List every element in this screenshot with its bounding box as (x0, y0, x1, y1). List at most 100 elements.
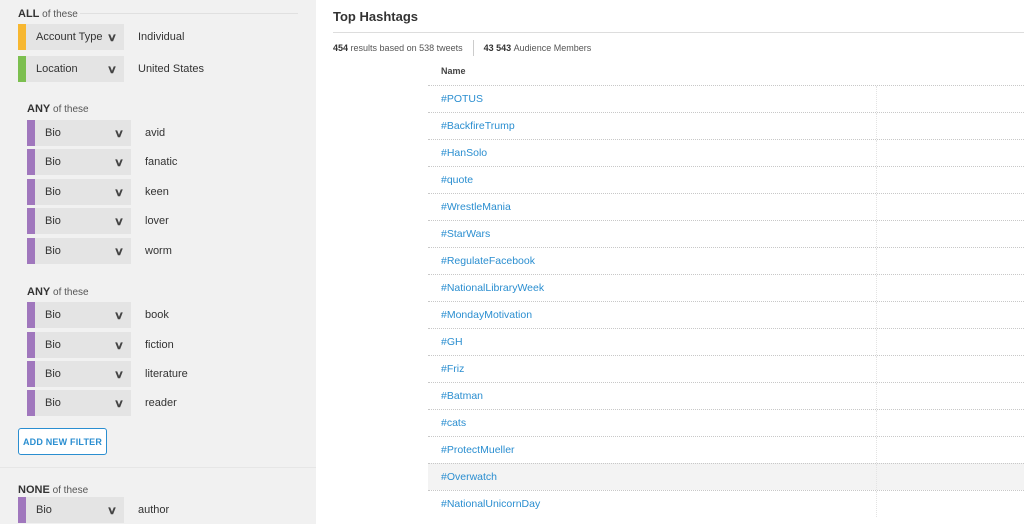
hashtag-link[interactable]: #HanSolo (441, 147, 487, 159)
filter-value[interactable]: lover (145, 215, 169, 227)
filter-field-select[interactable]: Bio ∨ (35, 179, 131, 205)
hashtag-link[interactable]: #StarWars (441, 228, 490, 240)
filter-value[interactable]: keen (145, 186, 169, 198)
hashtag-link[interactable]: #GH (441, 336, 463, 348)
hashtag-link[interactable]: #RegulateFacebook (441, 255, 535, 267)
add-new-filter-button[interactable]: ADD NEW FILTER (18, 428, 107, 455)
chevron-down-icon: ∨ (113, 339, 125, 352)
none-group-heading: NONE of these (18, 484, 89, 496)
filter-color-bar (27, 332, 35, 358)
filter-field-select[interactable]: Bio ∨ (35, 149, 131, 175)
filter-field-select[interactable]: Bio ∨ (35, 361, 131, 387)
any-group-heading: ANY of these (27, 103, 89, 115)
filter-field-label: Location (36, 63, 78, 75)
filter-field-select[interactable]: Location ∨ (26, 56, 124, 82)
filter-field-select[interactable]: Bio ∨ (35, 332, 131, 358)
divider (333, 32, 1024, 33)
hashtag-table: #POTUS #BackfireTrump #HanSolo #quote #Wrest… (428, 85, 1024, 517)
filter-field-label: Bio (45, 215, 61, 227)
hashtag-link[interactable]: #BackfireTrump (441, 120, 515, 132)
filter-sidebar: ALL of these Account Type ∨ Individual Loca… (0, 0, 316, 524)
column-header-name[interactable]: Name (441, 66, 466, 76)
filter-color-bar (27, 302, 35, 328)
divider (472, 40, 474, 56)
filter-value[interactable]: author (138, 504, 169, 516)
filter-field-label: Bio (45, 186, 61, 198)
filter-field-select[interactable]: Bio ∨ (35, 390, 131, 416)
results-count: 454 (333, 43, 349, 53)
table-row: #BackfireTrump (428, 112, 1024, 139)
table-row: #HanSolo (428, 139, 1024, 166)
filter-field-select[interactable]: Bio ∨ (35, 120, 131, 146)
hashtag-link[interactable]: #NationalUnicornDay (441, 498, 540, 510)
filter-field-label: Bio (45, 309, 61, 321)
audience-text: Audience Members (513, 43, 592, 53)
column-divider (876, 464, 878, 490)
chevron-down-icon: ∨ (106, 63, 118, 76)
filter-color-bar (27, 120, 35, 146)
audience-count: 43 543 (483, 43, 512, 53)
filter-row: Bio ∨ literature (27, 361, 188, 387)
table-row: #Batman (428, 382, 1024, 409)
filter-color-bar (27, 149, 35, 175)
divider (0, 467, 316, 468)
hashtag-link[interactable]: #cats (441, 417, 466, 429)
filter-value[interactable]: United States (138, 63, 204, 75)
column-divider (876, 221, 878, 247)
column-divider (876, 248, 878, 274)
column-divider (876, 113, 878, 139)
filter-field-label: Bio (45, 339, 61, 351)
chevron-down-icon: ∨ (113, 127, 125, 140)
filter-field-select[interactable]: Bio ∨ (26, 497, 124, 523)
filter-row: Bio ∨ lover (27, 208, 169, 234)
filter-row: Bio ∨ worm (27, 238, 172, 264)
filter-color-bar (27, 208, 35, 234)
hashtag-link[interactable]: #Friz (441, 363, 464, 375)
column-divider (876, 491, 878, 517)
table-row: #RegulateFacebook (428, 247, 1024, 274)
filter-field-select[interactable]: Bio ∨ (35, 238, 131, 264)
page-title: Top Hashtags (333, 9, 418, 24)
filter-value[interactable]: Individual (138, 31, 184, 43)
column-divider (876, 302, 878, 328)
table-row: #StarWars (428, 220, 1024, 247)
all-group-heading: ALL of these (18, 8, 78, 20)
filter-row: Bio ∨ reader (27, 390, 177, 416)
filter-row: Bio ∨ avid (27, 120, 165, 146)
hashtag-link[interactable]: #WrestleMania (441, 201, 511, 213)
table-row: #NationalUnicornDay (428, 490, 1024, 517)
filter-field-select[interactable]: Bio ∨ (35, 208, 131, 234)
chevron-down-icon: ∨ (113, 397, 125, 410)
filter-value[interactable]: literature (145, 368, 188, 380)
table-row: #WrestleMania (428, 193, 1024, 220)
hashtag-link[interactable]: #Overwatch (441, 471, 497, 483)
chevron-down-icon: ∨ (113, 186, 125, 199)
filter-value[interactable]: book (145, 309, 169, 321)
filter-value[interactable]: worm (145, 245, 172, 257)
filter-value[interactable]: reader (145, 397, 177, 409)
filter-value[interactable]: fiction (145, 339, 174, 351)
hashtag-link[interactable]: #Batman (441, 390, 483, 402)
hashtag-link[interactable]: #POTUS (441, 93, 483, 105)
column-divider (876, 275, 878, 301)
filter-row: Account Type ∨ Individual (18, 24, 184, 50)
hashtag-link[interactable]: #ProtectMueller (441, 444, 515, 456)
filter-value[interactable]: avid (145, 127, 165, 139)
filter-field-select[interactable]: Bio ∨ (35, 302, 131, 328)
filter-row: Bio ∨ keen (27, 179, 169, 205)
column-divider (876, 140, 878, 166)
table-row: #quote (428, 166, 1024, 193)
filter-field-label: Bio (45, 368, 61, 380)
hashtag-link[interactable]: #NationalLibraryWeek (441, 282, 544, 294)
filter-field-select[interactable]: Account Type ∨ (26, 24, 124, 50)
hashtag-link[interactable]: #quote (441, 174, 473, 186)
filter-value[interactable]: fanatic (145, 156, 177, 168)
column-divider (876, 86, 878, 112)
column-divider (876, 356, 878, 382)
hashtag-link[interactable]: #MondayMotivation (441, 309, 532, 321)
chevron-down-icon: ∨ (106, 31, 118, 44)
filter-color-bar (18, 24, 26, 50)
chevron-down-icon: ∨ (113, 215, 125, 228)
filter-row: Bio ∨ fiction (27, 332, 174, 358)
filter-row: Bio ∨ author (18, 497, 169, 523)
